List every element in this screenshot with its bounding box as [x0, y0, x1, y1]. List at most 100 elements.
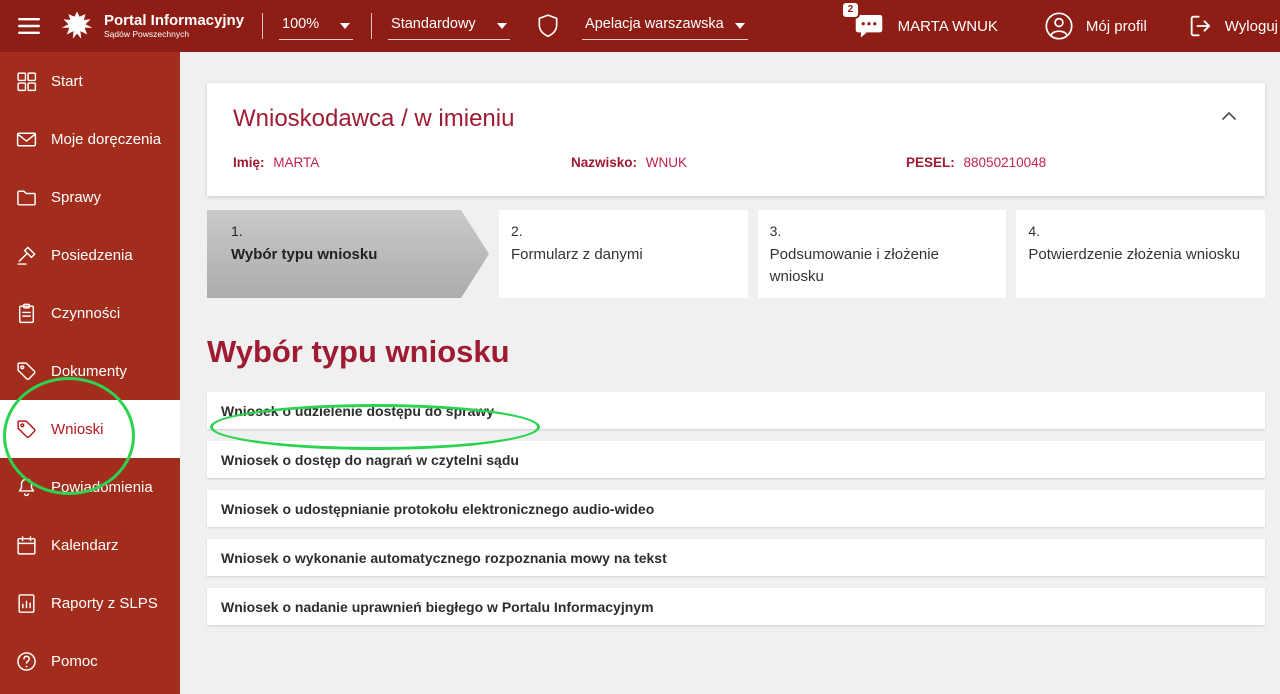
profile-button[interactable] — [1042, 9, 1076, 43]
clipboard-icon — [15, 302, 38, 325]
sidebar-item-powiadomienia[interactable]: Powiadomienia — [0, 458, 180, 516]
shield-icon — [536, 13, 560, 39]
sidebar-item-label: Sprawy — [51, 189, 101, 206]
step-label: Podsumowanie i złożenie wniosku — [770, 244, 993, 288]
app-title: Portal Informacyjny — [104, 13, 244, 30]
eagle-logo — [60, 8, 94, 44]
theme-value: Standardowy — [391, 16, 476, 32]
sidebar-item-label: Wnioski — [51, 421, 104, 438]
page-title: Wybór typu wniosku — [207, 334, 1280, 370]
sidebar-item-moje-doreczenia[interactable]: Moje doręczenia — [0, 110, 180, 168]
folder-icon — [15, 186, 38, 209]
step-number: 3. — [770, 223, 993, 239]
field-label: PESEL: — [906, 155, 955, 170]
field-value: WNUK — [646, 155, 687, 170]
step-number: 2. — [511, 223, 734, 239]
step-label: Potwierdzenie złożenia wniosku — [1028, 244, 1251, 266]
chevron-up-icon — [1221, 111, 1237, 121]
sidebar-item-posiedzenia[interactable]: Posiedzenia — [0, 226, 180, 284]
step-number: 1. — [231, 223, 445, 239]
field-label: Imię: — [233, 155, 265, 170]
collapse-card-button[interactable] — [1217, 105, 1241, 128]
tag-icon — [15, 360, 38, 383]
sidebar-item-start[interactable]: Start — [0, 52, 180, 110]
sidebar-item-kalendarz[interactable]: Kalendarz — [0, 516, 180, 574]
sidebar-item-czynnosci[interactable]: Czynności — [0, 284, 180, 342]
sidebar-item-raporty-slps[interactable]: Raporty z SLPS — [0, 574, 180, 632]
sidebar-item-label: Kalendarz — [51, 537, 119, 554]
field-value: MARTA — [273, 155, 319, 170]
calendar-icon — [15, 534, 38, 557]
menu-button[interactable] — [14, 14, 44, 38]
user-name: MARTA WNUK — [898, 18, 998, 35]
main-content: Wnioskodawca / w imieniu Imię: MARTA Naz… — [180, 52, 1280, 694]
step-label: Formularz z danymi — [511, 244, 734, 266]
sidebar-item-pomoc[interactable]: Pomoc — [0, 632, 180, 690]
brand-block: Portal Informacyjny Sądów Powszechnych — [104, 13, 244, 39]
separator — [371, 13, 372, 39]
header-right-cluster: 2 MARTA WNUK Mój profil Wyloguj — [852, 9, 1278, 43]
option-wniosek-nagrania-czytelnia[interactable]: Wniosek o dostęp do nagrań w czytelni są… — [207, 441, 1265, 478]
applicant-card: Wnioskodawca / w imieniu Imię: MARTA Naz… — [207, 83, 1265, 196]
sidebar-item-dokumenty[interactable]: Dokumenty — [0, 342, 180, 400]
wizard-steps: 1. Wybór typu wniosku 2. Formularz z dan… — [207, 210, 1265, 298]
bell-icon — [15, 476, 38, 499]
logout-icon — [1187, 12, 1215, 40]
option-wniosek-protokol-audio-wideo[interactable]: Wniosek o udostępnianie protokołu elektr… — [207, 490, 1265, 527]
wizard-step-4: 4. Potwierdzenie złożenia wniosku — [1016, 210, 1265, 298]
logout-link[interactable]: Wyloguj — [1225, 18, 1278, 35]
report-icon — [15, 592, 38, 615]
app-subtitle: Sądów Powszechnych — [104, 30, 244, 39]
applicant-fields: Imię: MARTA Nazwisko: WNUK PESEL: 880502… — [233, 155, 1239, 170]
sidebar-item-label: Pomoc — [51, 653, 98, 670]
field-value: 88050210048 — [964, 155, 1047, 170]
logout-button[interactable] — [1185, 10, 1217, 42]
theme-select[interactable]: Standardowy — [388, 12, 510, 40]
gavel-icon — [15, 244, 38, 267]
profile-link[interactable]: Mój profil — [1086, 18, 1147, 35]
tag-icon — [15, 418, 38, 441]
region-value: Apelacja warszawska — [585, 16, 724, 32]
hamburger-icon — [18, 18, 40, 34]
sidebar-item-label: Dokumenty — [51, 363, 127, 380]
region-select[interactable]: Apelacja warszawska — [582, 12, 748, 40]
wizard-step-1: 1. Wybór typu wniosku — [207, 210, 489, 298]
zoom-select[interactable]: 100% — [279, 12, 353, 40]
field-nazwisko: Nazwisko: WNUK — [571, 155, 906, 170]
option-wniosek-uprawnienia-bieglego[interactable]: Wniosek o nadanie uprawnień biegłego w P… — [207, 588, 1265, 625]
grid-icon — [15, 70, 38, 93]
sidebar-item-label: Powiadomienia — [51, 479, 153, 496]
separator — [262, 13, 263, 39]
option-wniosek-dostep-do-sprawy[interactable]: Wniosek o udzielenie dostępu do sprawy — [207, 392, 1265, 429]
eagle-icon — [60, 8, 94, 44]
help-icon — [15, 650, 38, 673]
zoom-value: 100% — [282, 16, 319, 32]
top-header: Portal Informacyjny Sądów Powszechnych 1… — [0, 0, 1280, 52]
contrast-button[interactable] — [534, 11, 562, 41]
messages-button[interactable]: 2 — [852, 10, 886, 42]
envelope-icon — [15, 128, 38, 151]
sidebar-item-wnioski[interactable]: Wnioski — [0, 400, 180, 458]
option-wniosek-rozpoznanie-mowy[interactable]: Wniosek o wykonanie automatycznego rozpo… — [207, 539, 1265, 576]
wizard-step-2: 2. Formularz z danymi — [499, 210, 748, 298]
chevron-down-icon — [497, 23, 507, 29]
sidebar-item-label: Posiedzenia — [51, 247, 133, 264]
messages-badge: 2 — [843, 3, 859, 17]
sidebar-item-sprawy[interactable]: Sprawy — [0, 168, 180, 226]
chevron-down-icon — [340, 23, 350, 29]
person-icon — [1044, 11, 1074, 41]
field-pesel: PESEL: 88050210048 — [906, 155, 1239, 170]
step-number: 4. — [1028, 223, 1251, 239]
wizard-step-3: 3. Podsumowanie i złożenie wniosku — [758, 210, 1007, 298]
applicant-card-title: Wnioskodawca / w imieniu — [233, 105, 1239, 133]
sidebar-item-label: Moje doręczenia — [51, 131, 161, 148]
step-label: Wybór typu wniosku — [231, 244, 445, 266]
sidebar: Start Moje doręczenia Sprawy Posiedzenia… — [0, 52, 180, 694]
field-imie: Imię: MARTA — [233, 155, 571, 170]
sidebar-item-label: Czynności — [51, 305, 120, 322]
field-label: Nazwisko: — [571, 155, 637, 170]
sidebar-item-label: Start — [51, 73, 83, 90]
chevron-down-icon — [735, 23, 745, 29]
sidebar-item-label: Raporty z SLPS — [51, 595, 158, 612]
request-type-list: Wniosek o udzielenie dostępu do sprawy W… — [207, 392, 1265, 625]
